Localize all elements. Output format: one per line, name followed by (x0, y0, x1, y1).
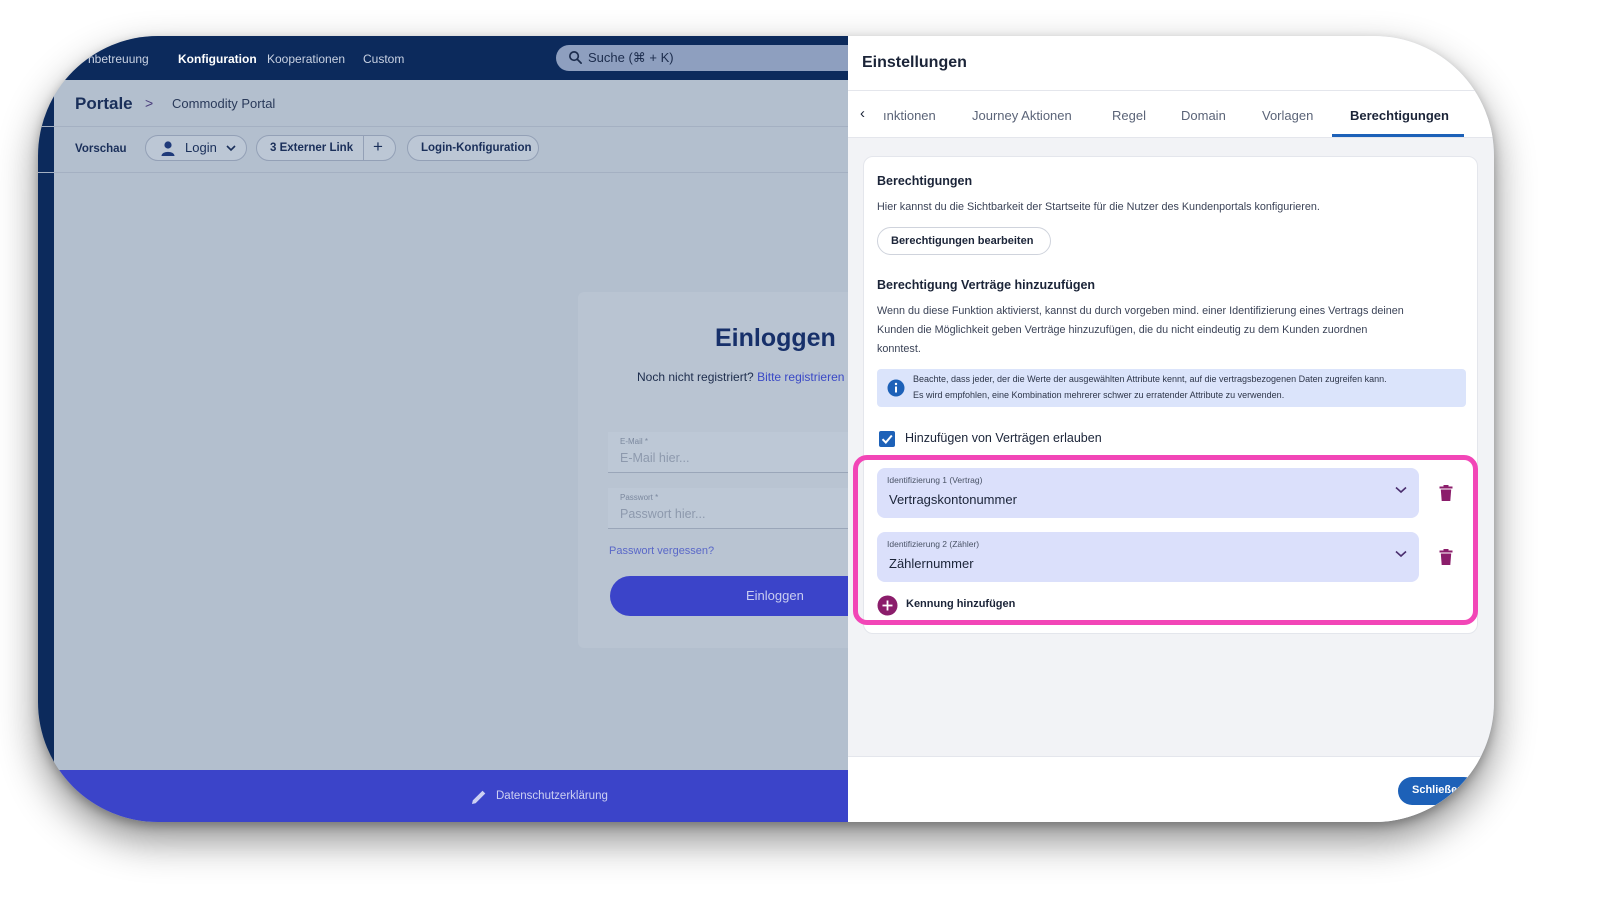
close-button[interactable]: Schließen (1398, 777, 1478, 805)
login-preview-card: Einloggen Noch nicht registriert? Bitte … (578, 292, 890, 648)
info-banner: Beachte, dass jeder, der die Werte der a… (877, 369, 1466, 407)
external-link-button[interactable]: 3 Externer Link (270, 142, 353, 154)
info-icon (887, 379, 905, 397)
preview-label: Vorschau (75, 143, 127, 155)
permissions-card: Berechtigungen Hier kannst du die Sichtb… (853, 156, 1478, 634)
edit-permissions-button[interactable]: Berechtigungen bearbeiten (877, 227, 1051, 255)
contracts-heading: Berechtigung Verträge hinzuzufügen (877, 278, 1096, 292)
breadcrumb: Portale > Commodity Portal (38, 80, 848, 127)
checkmark-icon (881, 434, 893, 444)
settings-footer: Schließen (848, 756, 1494, 822)
identifier-2-select[interactable]: Identifizierung 2 (Zähler) Zählernummer (877, 532, 1419, 582)
password-field[interactable]: Passwort * Passwort hier... (608, 488, 888, 529)
info-text-line-2: Es wird empfohlen, eine Kombination mehr… (913, 390, 1285, 400)
login-config-label: Login-Konfiguration (421, 142, 532, 154)
contracts-description-line-1: Wenn du diese Funktion aktivierst, kanns… (877, 305, 1404, 317)
pill-divider (363, 136, 364, 160)
nav-item-kooperationen[interactable]: Kooperationen (267, 52, 345, 66)
settings-header: Einstellungen (848, 36, 1494, 91)
portal-footer: Datenschutzerklärung (38, 770, 848, 822)
settings-panel: Einstellungen ‹ ınktionen Journey Aktion… (848, 36, 1494, 822)
breadcrumb-root[interactable]: Portale (75, 94, 133, 114)
password-placeholder: Passwort hier... (620, 507, 706, 521)
delete-identifier-1-icon[interactable] (1439, 485, 1453, 501)
permissions-heading: Berechtigungen (877, 174, 973, 188)
search-placeholder: Suche (⌘ + K) (588, 50, 674, 65)
email-placeholder: E-Mail hier... (620, 451, 690, 465)
edit-permissions-label: Berechtigungen bearbeiten (891, 235, 1034, 247)
forgot-password-link[interactable]: Passwort vergessen? (609, 545, 714, 557)
permissions-description: Hier kannst du die Sichtbarkeit der Star… (877, 201, 1320, 213)
tab-berechtigungen[interactable]: Berechtigungen (1350, 108, 1449, 123)
nav-item-kundenbetreuung[interactable]: nbetreuung (88, 52, 149, 66)
privacy-link[interactable]: Datenschutzerklärung (496, 790, 608, 802)
email-field[interactable]: E-Mail * E-Mail hier... (608, 432, 888, 473)
identifier-1-value: Vertragskontonummer (889, 492, 1017, 507)
email-label: E-Mail * (620, 437, 649, 446)
login-config-button[interactable]: Login-Konfiguration (407, 135, 539, 161)
identifier-2-value: Zählernummer (889, 556, 974, 571)
settings-title: Einstellungen (862, 54, 967, 71)
chevron-right-icon: > (145, 95, 154, 111)
identifier-2-label: Identifizierung 2 (Zähler) (887, 539, 980, 549)
external-link-group: 3 Externer Link + (256, 135, 396, 161)
chevron-left-icon[interactable]: ‹ (860, 105, 865, 122)
tab-vorlagen[interactable]: Vorlagen (1262, 108, 1313, 123)
breadcrumb-current: Commodity Portal (172, 96, 276, 111)
login-dropdown-label: Login (185, 140, 217, 155)
identifier-1-label: Identifizierung 1 (Vertrag) (887, 475, 983, 485)
plus-circle-icon[interactable] (877, 595, 898, 616)
tab-regel[interactable]: Regel (1112, 108, 1146, 123)
tab-journey-aktionen[interactable]: Journey Aktionen (972, 108, 1072, 123)
active-tab-indicator (1332, 134, 1464, 137)
nav-item-konfiguration[interactable]: Konfiguration (178, 52, 257, 66)
chevron-down-icon (1395, 486, 1407, 494)
nav-item-custom[interactable]: Custom (363, 52, 404, 66)
allow-contracts-label: Hinzufügen von Verträgen erlauben (905, 431, 1102, 445)
add-link-icon[interactable]: + (373, 137, 383, 157)
allow-contracts-checkbox[interactable] (879, 431, 895, 447)
user-icon (161, 141, 175, 156)
contracts-description-line-3: konntest. (877, 343, 921, 355)
add-identifier-button[interactable]: Kennung hinzufügen (906, 598, 1015, 610)
contracts-description-line-2: Kunden die Möglichkeit geben Verträge hi… (877, 324, 1368, 336)
portal-app: nbetreuung Konfiguration Kooperationen C… (38, 36, 890, 822)
settings-tabs: ‹ ınktionen Journey Aktionen Regel Domai… (848, 91, 1494, 138)
screenshot-frame: nbetreuung Konfiguration Kooperationen C… (38, 36, 1494, 822)
search-input[interactable]: Suche (⌘ + K) (556, 45, 876, 71)
top-navigation: nbetreuung Konfiguration Kooperationen C… (38, 36, 876, 80)
search-icon (569, 51, 582, 64)
close-button-label: Schließen (1412, 784, 1464, 796)
tab-funktionen[interactable]: ınktionen (883, 108, 936, 123)
chevron-down-icon (1395, 550, 1407, 558)
login-submit-label: Einloggen (746, 588, 804, 603)
password-label: Passwort * (620, 493, 659, 502)
delete-identifier-2-icon[interactable] (1439, 549, 1453, 565)
register-text: Noch nicht registriert? (637, 370, 754, 384)
register-prompt: Noch nicht registriert? Bitte registrier… (637, 370, 844, 384)
chevron-down-icon (226, 145, 236, 152)
login-title: Einloggen (715, 324, 836, 352)
identifier-1-select[interactable]: Identifizierung 1 (Vertrag) Vertragskont… (877, 468, 1419, 518)
register-link[interactable]: Bitte registrieren (757, 370, 844, 384)
pencil-icon (472, 790, 486, 804)
info-text-line-1: Beachte, dass jeder, der die Werte der a… (913, 374, 1387, 384)
login-dropdown[interactable]: Login (145, 135, 247, 161)
preview-toolbar: Vorschau Login 3 Externer Link + Login-K… (38, 126, 848, 173)
tab-domain[interactable]: Domain (1181, 108, 1226, 123)
